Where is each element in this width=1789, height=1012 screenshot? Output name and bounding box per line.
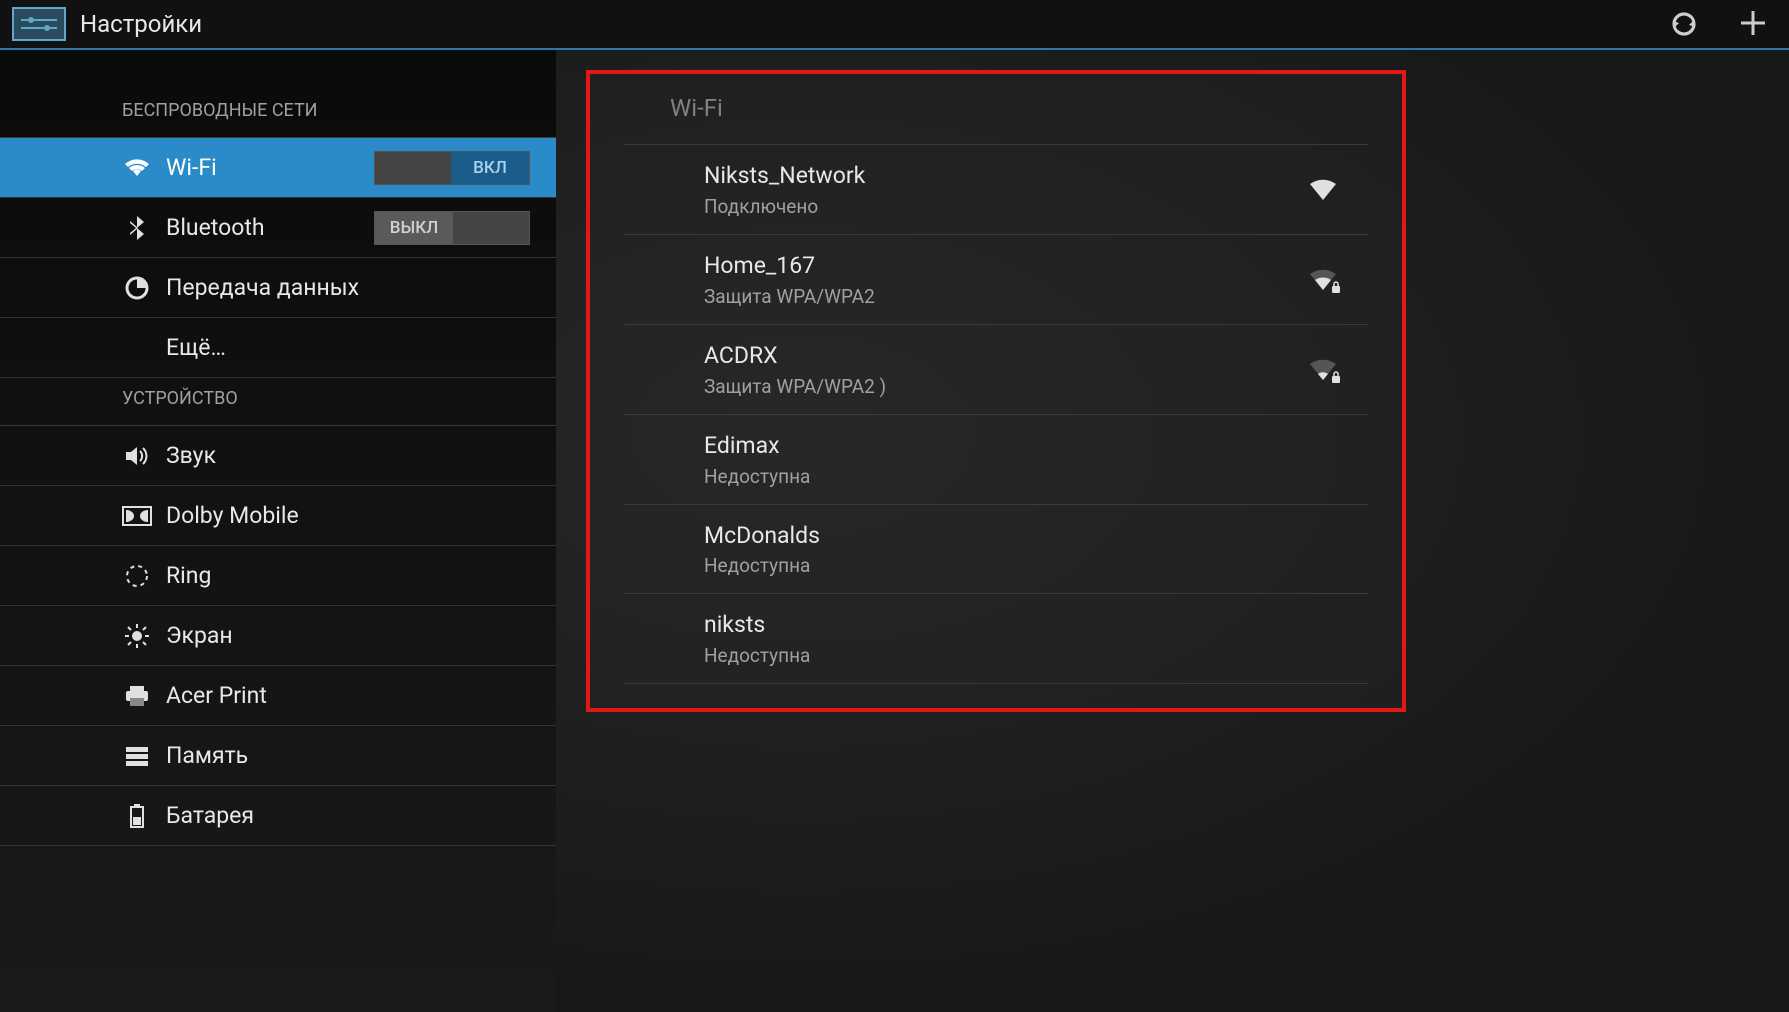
sidebar-item-label: Экран (166, 622, 538, 649)
refresh-icon[interactable] (1669, 9, 1699, 39)
volume-icon (122, 441, 152, 471)
brightness-icon (122, 621, 152, 651)
page-title: Настройки (80, 10, 1669, 38)
wifi-signal-lock-icon (1308, 358, 1338, 380)
sidebar-item-sound[interactable]: Звук (0, 426, 556, 486)
sidebar-item-label: Ring (166, 562, 538, 589)
wifi-signal-lock-icon (1308, 268, 1338, 290)
battery-icon (122, 801, 152, 831)
sidebar-item-label: Wi-Fi (166, 154, 374, 181)
network-status: Недоступна (704, 644, 1338, 667)
network-name: ACDRX (704, 341, 1308, 371)
toggle-label-off: ВЫКЛ (375, 212, 453, 244)
network-name: Home_167 (704, 251, 1308, 281)
sidebar-item-label: Звук (166, 442, 538, 469)
ring-icon (122, 561, 152, 591)
section-header-device: УСТРОЙСТВО (0, 378, 556, 426)
sidebar-item-more[interactable]: Ещё… (0, 318, 556, 378)
sidebar-item-label: Ещё… (166, 334, 538, 361)
network-name: niksts (704, 610, 1338, 640)
sidebar-item-dolby[interactable]: Dolby Mobile (0, 486, 556, 546)
sidebar-item-label: Память (166, 742, 538, 769)
dolby-icon (122, 501, 152, 531)
network-item[interactable]: Edimax Недоступна (624, 415, 1368, 505)
bluetooth-icon (122, 213, 152, 243)
network-list: Niksts_Network Подключено Home_167 Защит… (590, 145, 1402, 708)
sidebar-item-label: Батарея (166, 802, 538, 829)
title-bar: Настройки (0, 0, 1789, 50)
wifi-toggle[interactable]: ВКЛ (374, 151, 530, 185)
network-item[interactable]: Home_167 Защита WPA/WPA2 (624, 235, 1368, 325)
sidebar-item-storage[interactable]: Память (0, 726, 556, 786)
main-content: Wi-Fi Niksts_Network Подключено Home_167… (556, 50, 1789, 1012)
add-icon[interactable] (1739, 9, 1767, 39)
panel-title: Wi-Fi (624, 74, 1368, 145)
network-item[interactable]: Niksts_Network Подключено (624, 145, 1368, 235)
section-header-wireless: БЕСПРОВОДНЫЕ СЕТИ (0, 90, 556, 138)
sidebar-item-battery[interactable]: Батарея (0, 786, 556, 846)
network-name: McDonalds (704, 521, 1338, 551)
sidebar-item-display[interactable]: Экран (0, 606, 556, 666)
network-status: Подключено (704, 195, 1308, 218)
settings-icon (12, 7, 66, 41)
network-name: Niksts_Network (704, 161, 1308, 191)
sidebar-item-bluetooth[interactable]: Bluetooth ВЫКЛ (0, 198, 556, 258)
network-item[interactable]: ACDRX Защита WPA/WPA2 ) (624, 325, 1368, 415)
network-status: Защита WPA/WPA2 ) (704, 375, 1308, 398)
toggle-label-on: ВКЛ (451, 152, 529, 184)
sidebar-item-label: Bluetooth (166, 214, 374, 241)
network-item[interactable]: McDonalds Недоступна (624, 505, 1368, 595)
network-status: Недоступна (704, 554, 1338, 577)
sidebar-item-label: Передача данных (166, 274, 538, 301)
data-usage-icon (122, 273, 152, 303)
wifi-panel: Wi-Fi Niksts_Network Подключено Home_167… (586, 70, 1406, 712)
network-status: Недоступна (704, 465, 1338, 488)
network-item[interactable]: niksts Недоступна (624, 594, 1368, 684)
wifi-icon (122, 153, 152, 183)
network-name: Edimax (704, 431, 1338, 461)
sidebar-item-label: Dolby Mobile (166, 502, 538, 529)
sidebar-item-label: Acer Print (166, 682, 538, 709)
sidebar-item-ring[interactable]: Ring (0, 546, 556, 606)
title-actions (1669, 9, 1777, 39)
settings-sidebar: БЕСПРОВОДНЫЕ СЕТИ Wi-Fi ВКЛ Bluetooth ВЫ… (0, 50, 556, 1012)
sidebar-item-wifi[interactable]: Wi-Fi ВКЛ (0, 138, 556, 198)
printer-icon (122, 681, 152, 711)
sidebar-item-acer-print[interactable]: Acer Print (0, 666, 556, 726)
bluetooth-toggle[interactable]: ВЫКЛ (374, 211, 530, 245)
storage-icon (122, 741, 152, 771)
wifi-signal-icon (1308, 178, 1338, 200)
sidebar-item-data-usage[interactable]: Передача данных (0, 258, 556, 318)
network-status: Защита WPA/WPA2 (704, 285, 1308, 308)
